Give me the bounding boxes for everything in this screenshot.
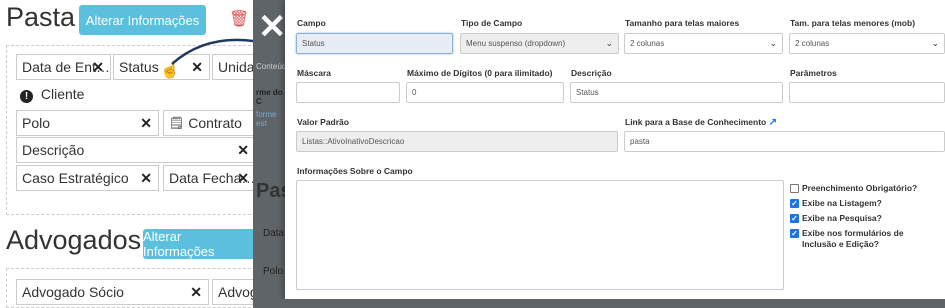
checkbox-label: Exibe na Listagem? — [802, 198, 882, 208]
field-label: Advogado Sócio — [22, 284, 124, 300]
field-descricao[interactable]: Descrição ✕ — [16, 137, 256, 163]
checkbox-unchecked-icon[interactable] — [790, 184, 799, 193]
checkbox-label: Exibe nos formulários de Inclusão e Ediç… — [802, 228, 904, 249]
tipo-campo-label: Tipo de Campo — [461, 18, 523, 28]
info-textarea[interactable] — [296, 180, 784, 290]
checkbox-listagem[interactable]: ✓ Exibe na Listagem? — [790, 198, 882, 209]
advogados-title: Advogados — [6, 225, 142, 255]
descricao-label: Descrição — [571, 68, 612, 78]
field-label: Descrição — [22, 142, 85, 158]
max-digitos-input[interactable]: 0 — [406, 82, 564, 103]
pasta-title: Pasta — [6, 2, 76, 32]
field-contrato[interactable]: 🗒 Contrato — [163, 110, 256, 136]
checkbox-checked-icon[interactable]: ✓ — [790, 214, 799, 223]
campo-label: Campo — [297, 18, 326, 28]
close-icon[interactable]: ✕ — [258, 10, 287, 44]
checkbox-label: Preenchimento Obrigatório? — [802, 183, 918, 193]
advogados-edit-button[interactable]: Alterar Informações — [143, 229, 255, 259]
field-advogado-socio[interactable]: Advogado Sócio ✕ — [16, 279, 209, 305]
max-digitos-label: Máximo de Dígitos (0 para ilimitado) — [407, 68, 553, 78]
checkbox-label: Exibe na Pesquisa? — [802, 213, 882, 223]
checkbox-pesquisa[interactable]: ✓ Exibe na Pesquisa? — [790, 213, 882, 224]
field-label: Caso Estratégico — [22, 170, 129, 186]
field-data-entrada[interactable]: Data de Ent… ✕ — [16, 54, 111, 80]
field-advogado[interactable]: Advoga — [212, 279, 256, 305]
tamanho-menor-select[interactable]: 2 colunas ⌄ — [789, 33, 945, 54]
backdrop-text: Data — [263, 228, 285, 239]
cliente-row: ! Cliente — [20, 86, 84, 103]
field-label: Status — [119, 59, 159, 75]
remove-icon[interactable]: ✕ — [92, 59, 104, 76]
parametros-label: Parâmetros — [790, 68, 837, 78]
tamanho-maior-label: Tamanho para telas maiores — [625, 18, 740, 28]
backdrop-bottom — [253, 299, 945, 308]
tipo-campo-select[interactable]: Menu suspenso (dropdown) ⌄ — [460, 33, 619, 54]
checkbox-checked-icon[interactable]: ✓ — [790, 199, 799, 208]
field-label: Polo — [22, 115, 51, 131]
checkbox-formularios[interactable]: ✓ Exibe nos formulários de Inclusão e Ed… — [790, 228, 940, 250]
parametros-input[interactable] — [789, 82, 945, 103]
note-icon: 🗒 — [169, 116, 185, 130]
checkbox-checked-icon[interactable]: ✓ — [790, 229, 799, 238]
chevron-down-icon: ⌄ — [605, 38, 613, 48]
field-polo[interactable]: Polo ✕ — [16, 110, 159, 136]
info-label: Informações Sobre o Campo — [297, 166, 413, 176]
trash-icon[interactable]: 🗑 — [229, 9, 249, 29]
remove-icon[interactable]: ✕ — [237, 170, 249, 187]
remove-icon[interactable]: ✕ — [140, 115, 152, 132]
field-label: Contrato — [188, 115, 242, 131]
select-value: Menu suspenso (dropdown) — [466, 39, 566, 48]
valor-padrao-input[interactable]: Listas::AtivoInativoDescricao — [296, 131, 618, 152]
link-label: Link para a Base de Conhecimento ↗ — [625, 117, 777, 128]
select-value: 2 colunas — [630, 39, 665, 48]
tamanho-menor-label: Tam. para telas menores (mob) — [790, 18, 916, 28]
checkbox-obrigatorio[interactable]: Preenchimento Obrigatório? — [790, 183, 917, 194]
valor-padrao-label: Valor Padrão — [297, 117, 349, 127]
remove-icon[interactable]: ✕ — [237, 142, 249, 159]
info-icon: ! — [20, 90, 33, 103]
link-input[interactable]: pasta — [624, 131, 945, 152]
tamanho-maior-select[interactable]: 2 colunas ⌄ — [624, 33, 783, 54]
cliente-label: Cliente — [40, 86, 85, 102]
mascara-input[interactable] — [296, 82, 400, 103]
backdrop-text: forme est — [256, 110, 277, 128]
field-settings-modal: Campo Status Tipo de Campo Menu suspenso… — [285, 0, 945, 300]
descricao-input[interactable]: Status — [570, 82, 783, 103]
remove-icon[interactable]: ✕ — [140, 170, 152, 187]
chevron-down-icon: ⌄ — [931, 38, 939, 48]
remove-icon[interactable]: ✕ — [190, 284, 202, 301]
select-value: 2 colunas — [795, 39, 830, 48]
mascara-label: Máscara — [297, 68, 332, 78]
field-caso-estrategico[interactable]: Caso Estratégico ✕ — [16, 165, 159, 191]
backdrop-text: Polo — [263, 266, 284, 277]
field-label: Advoga — [218, 284, 256, 300]
external-link-icon[interactable]: ↗ — [769, 117, 777, 128]
campo-input[interactable]: Status — [296, 33, 453, 54]
chevron-down-icon: ⌄ — [769, 38, 777, 48]
field-data-fechamento[interactable]: Data Fecha… ✕ — [163, 165, 256, 191]
backdrop-text: rme do C — [256, 88, 283, 106]
link-label-text: Link para a Base de Conhecimento — [625, 117, 767, 127]
